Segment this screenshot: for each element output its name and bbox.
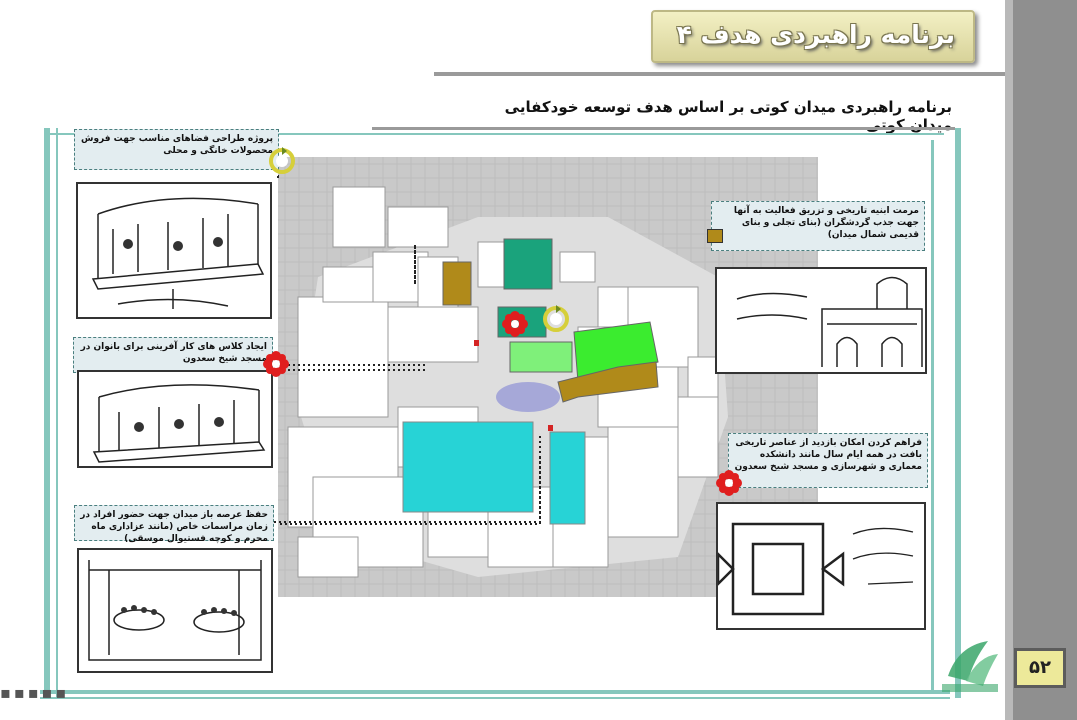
- sketch-gathering: [77, 548, 273, 673]
- sketch-market-stalls: [76, 182, 272, 319]
- sketch-historic-building: [715, 267, 927, 374]
- sketch-plan: [716, 502, 926, 630]
- label-historic-visit: فراهم کردن امکان بازدید از عناصر تاریخی …: [728, 433, 928, 488]
- page-number: ۵۲: [1014, 648, 1066, 688]
- label-open-space: حفظ عرصه باز میدان جهت حضور افراد در زما…: [74, 505, 274, 544]
- label-historic-visit-text: فراهم کردن امکان بازدید از عناصر تاریخی …: [734, 438, 922, 472]
- label-restoration-text: مرمت ابنیه تاریخی و تزریق فعالیت به آنها…: [733, 206, 919, 240]
- label-open-space-text: حفظ عرصه باز میدان جهت حضور افراد در زما…: [80, 510, 268, 544]
- label-local-products: پروژه طراحی فضاهای مناسب جهت فروش محصولا…: [74, 129, 279, 170]
- sketch-workshop: [77, 370, 273, 468]
- brand-logo-icon: [942, 641, 998, 692]
- red-rosette-icon: [263, 351, 289, 377]
- label-restoration: مرمت ابنیه تاریخی و تزریق فعالیت به آنها…: [711, 201, 925, 251]
- cycle-arrows-icon: [269, 147, 295, 174]
- label-women-classes-text: ایجاد کلاس های کار آفرینی برای بانوان در…: [80, 342, 267, 364]
- sketch-market-stalls-drawing: [91, 197, 265, 309]
- sketch-workshop-drawing: [92, 384, 266, 463]
- red-rosette-icon: [716, 470, 742, 496]
- sketch-historic-building-drawing: [736, 276, 923, 367]
- label-local-products-text: پروژه طراحی فضاهای مناسب جهت فروش محصولا…: [81, 134, 273, 156]
- label-women-classes: ایجاد کلاس های کار آفرینی برای بانوان در…: [73, 337, 273, 373]
- decorative-dashes: ▪▪▪▪▪: [0, 683, 70, 702]
- brown-legend-swatch: [707, 229, 723, 243]
- red-rosette-icon: [502, 311, 528, 337]
- cycle-arrows-icon: [543, 305, 569, 332]
- sketch-gathering-drawing: [88, 560, 262, 661]
- sketch-plan-drawing: [716, 522, 914, 616]
